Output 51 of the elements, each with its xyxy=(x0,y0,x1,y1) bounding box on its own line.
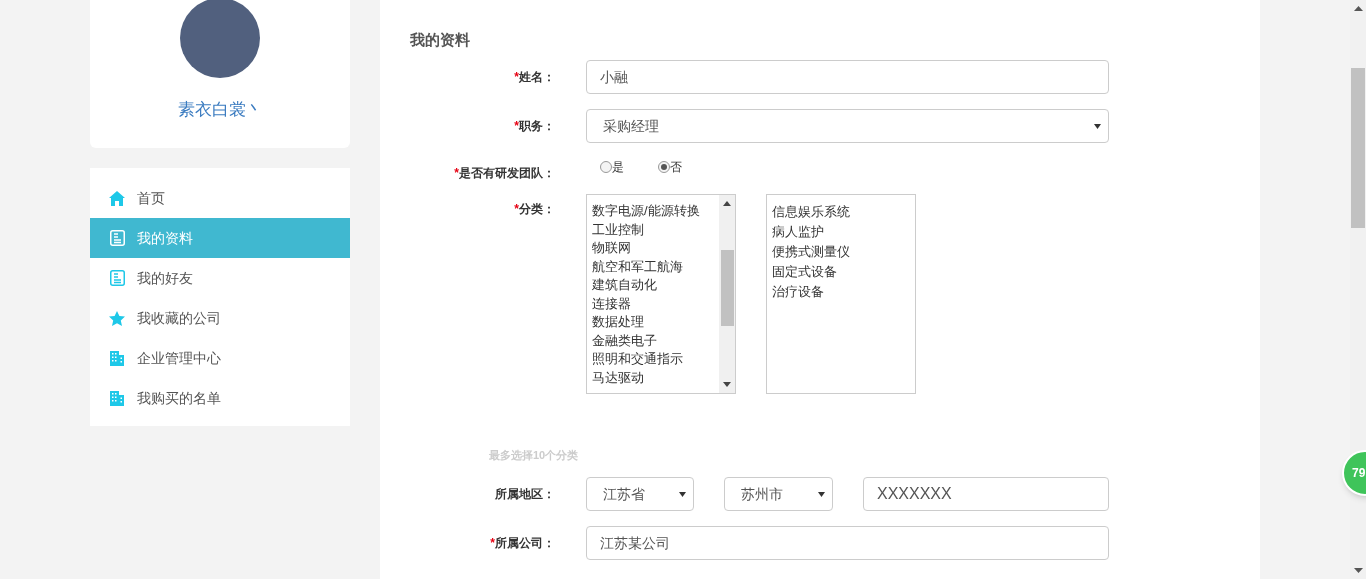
building-icon xyxy=(110,350,124,366)
field-label: 所属地区： xyxy=(495,486,555,503)
scrollbar-thumb[interactable] xyxy=(720,250,734,326)
list-option[interactable]: 固定式设备 xyxy=(772,262,915,282)
scrollbar-thumb[interactable] xyxy=(1351,68,1365,228)
name-input[interactable]: 小融 xyxy=(586,60,1109,94)
list-option[interactable]: 便携式测量仪 xyxy=(772,242,915,262)
list-option[interactable]: 信息娱乐系统 xyxy=(772,202,915,222)
radio-button[interactable] xyxy=(600,161,612,173)
listbox-scrollbar[interactable] xyxy=(719,195,735,393)
radio-option[interactable]: 是 xyxy=(600,159,624,175)
radio-option[interactable]: 否 xyxy=(658,159,682,175)
star-icon xyxy=(109,310,125,326)
scroll-up-icon[interactable] xyxy=(723,201,731,206)
field-label: *分类： xyxy=(514,201,555,218)
scroll-up-icon[interactable] xyxy=(1353,6,1363,11)
dropdown-caret-icon xyxy=(679,491,686,497)
dropdown-caret-icon xyxy=(1094,123,1101,129)
list-option[interactable]: 数据处理 xyxy=(592,313,719,332)
building-icon xyxy=(110,390,124,406)
radio-button[interactable] xyxy=(658,161,670,173)
list-option[interactable]: 病人监护 xyxy=(772,222,915,242)
company-input[interactable]: 江苏某公司 xyxy=(586,526,1109,560)
list-option[interactable]: 马达驱动 xyxy=(592,368,719,387)
section-title: 我的资料 xyxy=(410,30,471,50)
field-label: *姓名： xyxy=(514,69,555,86)
document-icon xyxy=(109,270,125,286)
username[interactable]: 素衣白裳丶 xyxy=(177,97,263,123)
list-option[interactable]: 照明和交通指示 xyxy=(592,350,719,369)
scroll-down-icon[interactable] xyxy=(723,382,731,387)
field-label: *是否有研发团队： xyxy=(454,165,555,182)
field-label: *所属公司： xyxy=(490,535,555,552)
home-icon xyxy=(109,190,125,206)
position-select[interactable]: 采购经理 xyxy=(586,109,1109,143)
list-option[interactable]: 建筑自动化 xyxy=(592,276,719,295)
list-option[interactable]: 数字电源/能源转换 xyxy=(592,202,719,221)
city-select[interactable]: 苏州市 xyxy=(724,477,833,511)
list-option[interactable]: 工业控制 xyxy=(592,220,719,239)
category-listbox[interactable]: 数字电源/能源转换 工业控制 物联网 航空和军工航海 建筑自动化 连接器 数据处理 金融类电子 照明和交通指示 马达驱动 xyxy=(586,194,736,394)
list-option[interactable]: 物联网 xyxy=(592,239,719,258)
document-icon xyxy=(109,230,125,246)
province-select[interactable]: 江苏省 xyxy=(586,477,694,511)
list-option[interactable]: 航空和军工航海 xyxy=(592,257,719,276)
dropdown-caret-icon xyxy=(818,491,825,497)
list-option[interactable]: 金融类电子 xyxy=(592,331,719,350)
field-label: *职务： xyxy=(514,118,555,135)
selected-category-listbox[interactable]: 信息娱乐系统 病人监护 便携式测量仪 固定式设备 治疗设备 xyxy=(766,194,916,394)
list-option[interactable]: 连接器 xyxy=(592,294,719,313)
address-input[interactable]: XXXXXXX xyxy=(863,477,1109,511)
scroll-down-icon[interactable] xyxy=(1353,568,1363,573)
list-option[interactable]: 治疗设备 xyxy=(772,282,915,302)
